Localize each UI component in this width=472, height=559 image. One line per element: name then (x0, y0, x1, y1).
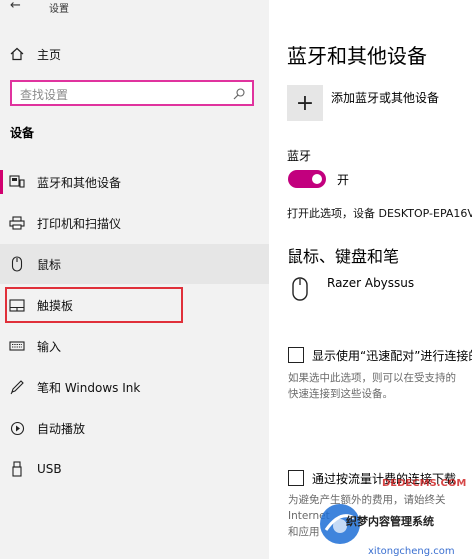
back-arrow-icon[interactable]: ← (10, 0, 21, 13)
bluetooth-toggle[interactable] (288, 170, 326, 188)
keyboard-icon (9, 338, 25, 354)
toggle-state-label: 开 (337, 173, 350, 187)
sidebar-item-label: 笔和 Windows Ink (37, 380, 141, 395)
watermark-dedecms: DEDECMS.COM (382, 478, 467, 489)
metered-desc-line1: 为避免产生额外的费用，请始终关 (288, 494, 446, 506)
discoverable-text: 打开此选项，设备 DESKTOP-EPA16V (287, 207, 472, 220)
usb-icon (9, 461, 25, 477)
watermark-cms-name: 织梦内容管理系统 (346, 515, 434, 528)
toggle-knob (312, 174, 322, 184)
metered-desc-line3: 和应用 (288, 526, 320, 538)
bluetooth-label: 蓝牙 (287, 149, 312, 163)
sidebar-item-label: 主页 (37, 47, 62, 62)
sidebar-item-bluetooth[interactable]: 蓝牙和其他设备 (0, 162, 269, 202)
sidebar-item-home[interactable]: 主页 (0, 34, 269, 74)
sidebar-item-label: 蓝牙和其他设备 (37, 175, 122, 190)
mouse-icon (9, 256, 25, 272)
mouse-keyboard-pen-heading: 鼠标、键盘和笔 (287, 247, 400, 266)
sidebar-item-label: 鼠标 (37, 257, 62, 272)
autoplay-icon (9, 420, 25, 436)
add-device-label[interactable]: 添加蓝牙或其他设备 (331, 89, 439, 106)
swift-pair-checkbox[interactable] (288, 347, 304, 363)
search-input[interactable]: 查找设置 (10, 80, 254, 106)
bluetooth-devices-icon (9, 174, 25, 190)
title-bar: ← 设置 (0, 0, 269, 16)
search-placeholder: 查找设置 (20, 88, 69, 102)
sidebar-item-usb[interactable]: USB (0, 449, 269, 489)
watermark-url: xitongcheng.com (368, 546, 455, 557)
printer-icon (9, 215, 25, 231)
page-title: 蓝牙和其他设备 (287, 44, 427, 68)
sidebar-item-pen[interactable]: 笔和 Windows Ink (0, 367, 269, 407)
device-list-item[interactable]: Razer Abyssus (327, 276, 414, 290)
sidebar-item-label: 输入 (37, 339, 62, 354)
swift-pair-desc-line1: 如果选中此选项，则可以在受支持的 (288, 372, 456, 384)
sidebar-item-typing[interactable]: 输入 (0, 326, 269, 366)
sidebar-item-autoplay[interactable]: 自动播放 (0, 408, 269, 448)
mouse-device-icon (291, 276, 309, 302)
window-title: 设置 (49, 4, 69, 15)
section-heading: 设备 (10, 126, 35, 140)
sidebar-item-printers[interactable]: 打印机和扫描仪 (0, 203, 269, 243)
plus-icon: + (295, 90, 315, 116)
main-content: 蓝牙和其他设备 + 添加蓝牙或其他设备 蓝牙 开 打开此选项，设备 DESKTO… (269, 0, 472, 559)
add-device-button[interactable]: + (287, 85, 323, 121)
sidebar-item-label: 自动播放 (37, 421, 86, 436)
sidebar: ← 设置 主页 查找设置 设备 蓝牙和其他设备 打印机和扫描仪 鼠标 触摸板 输… (0, 0, 269, 559)
sidebar-item-label: 打印机和扫描仪 (37, 216, 122, 231)
touchpad-highlight-box (5, 287, 183, 323)
sidebar-item-label: USB (37, 462, 62, 476)
home-icon (9, 46, 25, 62)
swift-pair-label[interactable]: 显示使用“迅速配对”进行连接的 (312, 347, 472, 364)
swift-pair-desc-line2: 快速连接到这些设备。 (288, 388, 393, 400)
pen-icon (9, 379, 25, 395)
sidebar-item-mouse[interactable]: 鼠标 (0, 244, 269, 284)
metered-download-checkbox[interactable] (288, 470, 304, 486)
search-icon[interactable] (232, 86, 246, 100)
